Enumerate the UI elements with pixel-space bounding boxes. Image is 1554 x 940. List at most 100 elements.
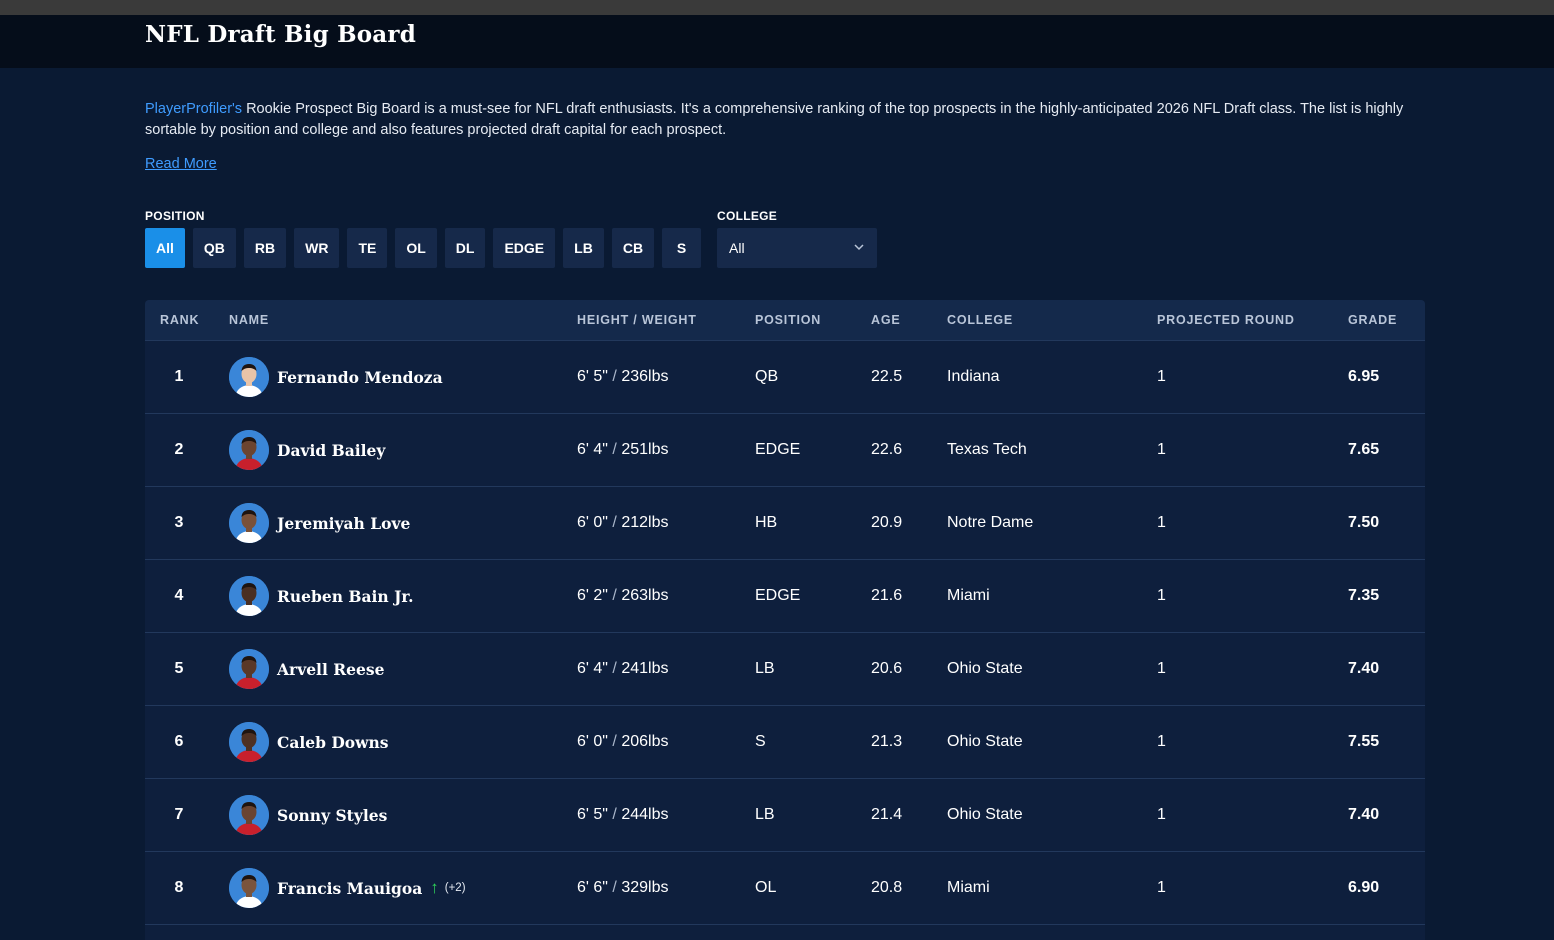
table-row[interactable]: 8 Francis Mauigoa ↑ (+2) 6' 6" / 329lbs [145, 852, 1425, 925]
playerprofiler-link[interactable]: PlayerProfiler's [145, 101, 242, 117]
college-cell: Ohio State [947, 660, 1023, 677]
position-cell: OL [755, 879, 777, 896]
table-row[interactable]: 7 Sonny Styles 6' 5" / 244lbs LB 21.4 Oh… [145, 779, 1425, 852]
header-grade[interactable]: GRADE [1348, 313, 1397, 327]
height-value: 6' 5" [577, 368, 608, 385]
position-cell: EDGE [755, 587, 801, 604]
projected-round-cell: 1 [1157, 806, 1166, 823]
header-rank[interactable]: RANK [160, 313, 199, 327]
position-filter-edge[interactable]: EDGE [493, 228, 556, 268]
position-cell: HB [755, 514, 778, 531]
player-avatar[interactable] [229, 503, 269, 543]
player-headshot-icon [229, 357, 269, 397]
rank-cell: 4 [174, 587, 184, 604]
position-filter-qb[interactable]: QB [192, 228, 236, 268]
intro-paragraph: PlayerProfiler's Rookie Prospect Big Boa… [145, 99, 1425, 141]
header-name[interactable]: NAME [229, 313, 269, 327]
player-avatar[interactable] [229, 795, 269, 835]
position-filter-wr[interactable]: WR [294, 228, 340, 268]
weight-value: 212lbs [621, 514, 669, 531]
position-filter-rb[interactable]: RB [243, 228, 287, 268]
table-row[interactable]: 1 Fernando Mendoza 6' 5" / 236lbs QB 22.… [145, 341, 1425, 414]
player-avatar[interactable] [229, 649, 269, 689]
projected-round-cell: 1 [1157, 879, 1166, 896]
position-filter-s[interactable]: S [662, 228, 702, 268]
header-age[interactable]: AGE [871, 313, 901, 327]
player-avatar[interactable] [229, 722, 269, 762]
name-cell: Fernando Mendoza [229, 341, 443, 413]
table-row[interactable]: 4 Rueben Bain Jr. 6' 2" / 263lbs EDGE 21… [145, 560, 1425, 633]
age-cell: 20.9 [871, 514, 903, 531]
position-filter-all[interactable]: All [145, 228, 185, 268]
name-cell: David Bailey [229, 414, 385, 486]
player-headshot-icon [229, 576, 269, 616]
player-avatar[interactable] [229, 576, 269, 616]
height-weight-separator: / [607, 733, 622, 750]
position-cell: LB [755, 806, 775, 823]
player-name-link[interactable]: David Bailey [277, 441, 385, 460]
player-name-link[interactable]: Caleb Downs [277, 733, 388, 752]
rank-cell: 3 [174, 514, 184, 531]
page-title: NFL Draft Big Board [145, 21, 416, 48]
rank-trend: ↑ (+2) [430, 878, 465, 898]
position-filter-label: POSITION [145, 209, 205, 223]
name-cell: Arvell Reese [229, 633, 384, 705]
table-body: 1 Fernando Mendoza 6' 5" / 236lbs QB 22.… [145, 341, 1425, 925]
header-projected-round[interactable]: PROJECTED ROUND [1157, 313, 1295, 327]
big-board-table: RANK NAME HEIGHT / WEIGHT POSITION AGE C… [145, 300, 1425, 940]
header-position[interactable]: POSITION [755, 313, 821, 327]
player-name-link[interactable]: Fernando Mendoza [277, 368, 443, 387]
height-weight-cell: 6' 2" / 263lbs [577, 560, 668, 632]
height-weight-cell: 6' 6" / 329lbs [577, 852, 668, 924]
weight-value: 206lbs [621, 733, 669, 750]
player-headshot-icon [229, 795, 269, 835]
header-college[interactable]: COLLEGE [947, 313, 1013, 327]
player-name-link[interactable]: Rueben Bain Jr. [277, 587, 414, 606]
position-filter-ol[interactable]: OL [395, 228, 437, 268]
name-cell: Sonny Styles [229, 779, 387, 851]
college-cell: Ohio State [947, 806, 1023, 823]
projected-round-cell: 1 [1157, 368, 1166, 385]
header-height-weight[interactable]: HEIGHT / WEIGHT [577, 313, 697, 327]
player-name-link[interactable]: Sonny Styles [277, 806, 387, 825]
player-name-link[interactable]: Jeremiyah Love [277, 514, 410, 533]
table-row[interactable]: 3 Jeremiyah Love 6' 0" / 212lbs HB 20.9 … [145, 487, 1425, 560]
table-row[interactable]: 6 Caleb Downs 6' 0" / 206lbs S 21.3 Ohio… [145, 706, 1425, 779]
position-filter-lb[interactable]: LB [563, 228, 604, 268]
read-more-link[interactable]: Read More [145, 156, 217, 172]
weight-value: 241lbs [621, 660, 669, 677]
table-row[interactable]: 2 David Bailey 6' 4" / 251lbs EDGE 22.6 … [145, 414, 1425, 487]
name-cell: Rueben Bain Jr. [229, 560, 414, 632]
position-cell: QB [755, 368, 779, 385]
chevron-down-icon [854, 244, 864, 251]
browser-strip [0, 0, 1554, 15]
height-value: 6' 2" [577, 587, 608, 604]
grade-cell: 7.65 [1348, 441, 1380, 458]
table-row[interactable]: 5 Arvell Reese 6' 4" / 241lbs LB 20.6 Oh… [145, 633, 1425, 706]
college-select[interactable]: All [717, 228, 877, 268]
rank-cell: 5 [174, 660, 184, 677]
height-weight-separator: / [607, 514, 622, 531]
player-headshot-icon [229, 868, 269, 908]
player-avatar[interactable] [229, 357, 269, 397]
position-filter-cb[interactable]: CB [611, 228, 655, 268]
player-name-link[interactable]: Francis Mauigoa [277, 879, 422, 898]
age-cell: 20.8 [871, 879, 903, 896]
height-weight-cell: 6' 0" / 206lbs [577, 706, 668, 778]
weight-value: 236lbs [621, 368, 669, 385]
position-filter-group: All QB RB WR TE OL DL EDGE LB CB S [145, 228, 702, 268]
trend-up-icon: ↑ [430, 878, 439, 897]
player-name-link[interactable]: Arvell Reese [277, 660, 384, 679]
grade-cell: 7.55 [1348, 733, 1380, 750]
grade-cell: 7.40 [1348, 660, 1380, 677]
height-value: 6' 4" [577, 660, 608, 677]
position-filter-te[interactable]: TE [347, 228, 388, 268]
height-weight-separator: / [607, 587, 622, 604]
player-avatar[interactable] [229, 430, 269, 470]
college-cell: Texas Tech [947, 441, 1027, 458]
college-cell: Miami [947, 587, 990, 604]
position-filter-dl[interactable]: DL [444, 228, 486, 268]
grade-cell: 7.35 [1348, 587, 1380, 604]
rank-cell: 2 [174, 441, 184, 458]
player-avatar[interactable] [229, 868, 269, 908]
